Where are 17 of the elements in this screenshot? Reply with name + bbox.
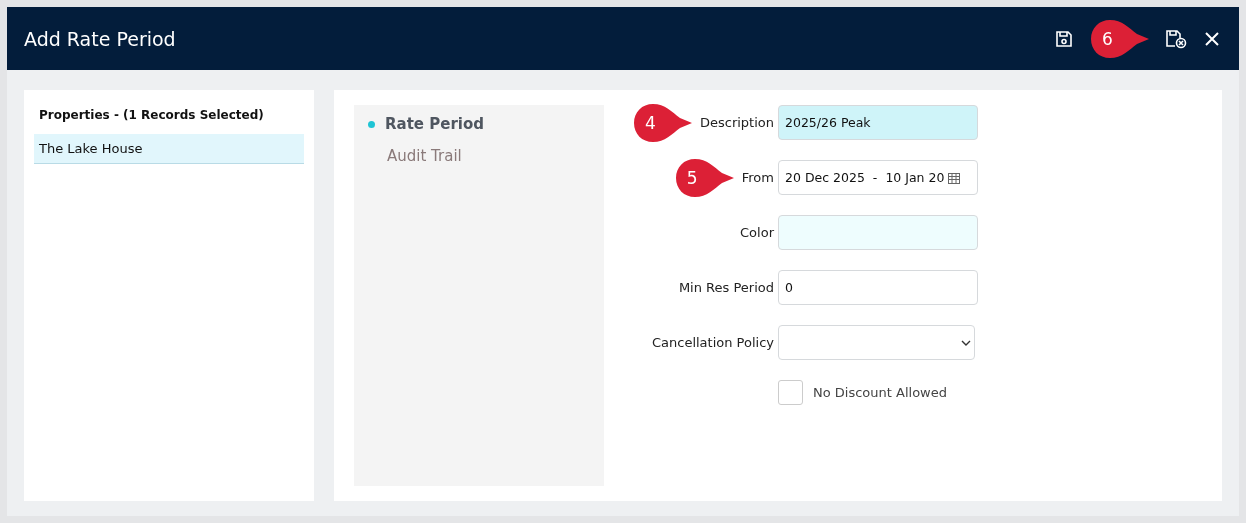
text-field[interactable]: 0 xyxy=(778,270,978,305)
panel-heading: Properties - (1 Records Selected) xyxy=(38,108,265,124)
nav-item[interactable]: Audit Trail xyxy=(368,147,590,165)
checkbox-label: No Discount Allowed xyxy=(813,385,947,400)
field-label: Min Res Period xyxy=(678,280,774,295)
nav-item[interactable]: Rate Period xyxy=(368,115,590,133)
field-label: From xyxy=(741,170,774,185)
date-range-field[interactable]: 20 Dec 2025 - 10 Jan 20 xyxy=(778,160,978,195)
window-title: Add Rate Period xyxy=(24,27,177,50)
callout-marker: 5 xyxy=(673,156,736,199)
field-label: Cancellation Policy xyxy=(651,335,774,350)
text-field[interactable]: 2025/26 Peak xyxy=(778,105,978,140)
callout-marker: 4 xyxy=(631,101,694,144)
field-label: Color xyxy=(740,225,774,240)
property-item[interactable]: The Lake House xyxy=(34,134,304,164)
field-label: Description xyxy=(699,115,774,130)
callout-marker: 6 xyxy=(1089,17,1151,60)
